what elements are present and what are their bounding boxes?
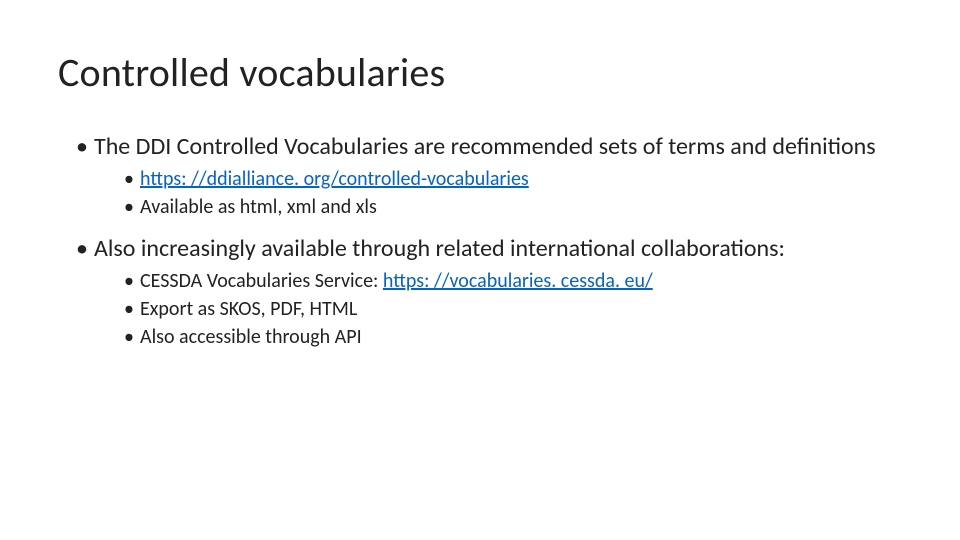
sub-bullet-list: https: //ddialliance. org/controlled-voc…: [94, 166, 900, 220]
sub-bullet-item: Available as html, xml and xls: [124, 194, 900, 220]
bullet-list: The DDI Controlled Vocabularies are reco…: [58, 132, 900, 350]
bullet-item-2: Also increasingly available through rela…: [76, 234, 900, 350]
sub-bullet-prefix: CESSDA Vocabularies Service:: [140, 269, 383, 293]
bullet-text: The DDI Controlled Vocabularies are reco…: [94, 132, 876, 161]
sub-bullet-item: Export as SKOS, PDF, HTML: [124, 296, 900, 322]
cessda-link[interactable]: https: //vocabularies. cessda. eu/: [383, 269, 653, 293]
sub-bullet-list: CESSDA Vocabularies Service: https: //vo…: [94, 268, 900, 350]
bullet-text: Also increasingly available through rela…: [94, 234, 785, 263]
sub-bullet-cessda: CESSDA Vocabularies Service: https: //vo…: [124, 268, 900, 294]
slide-title: Controlled vocabularies: [58, 50, 900, 96]
slide: Controlled vocabularies The DDI Controll…: [0, 0, 960, 540]
sub-bullet-item: Also accessible through API: [124, 324, 900, 350]
bullet-item-1: The DDI Controlled Vocabularies are reco…: [76, 132, 900, 220]
ddialliance-link[interactable]: https: //ddialliance. org/controlled-voc…: [140, 167, 529, 191]
sub-bullet-link-item: https: //ddialliance. org/controlled-voc…: [124, 166, 900, 192]
